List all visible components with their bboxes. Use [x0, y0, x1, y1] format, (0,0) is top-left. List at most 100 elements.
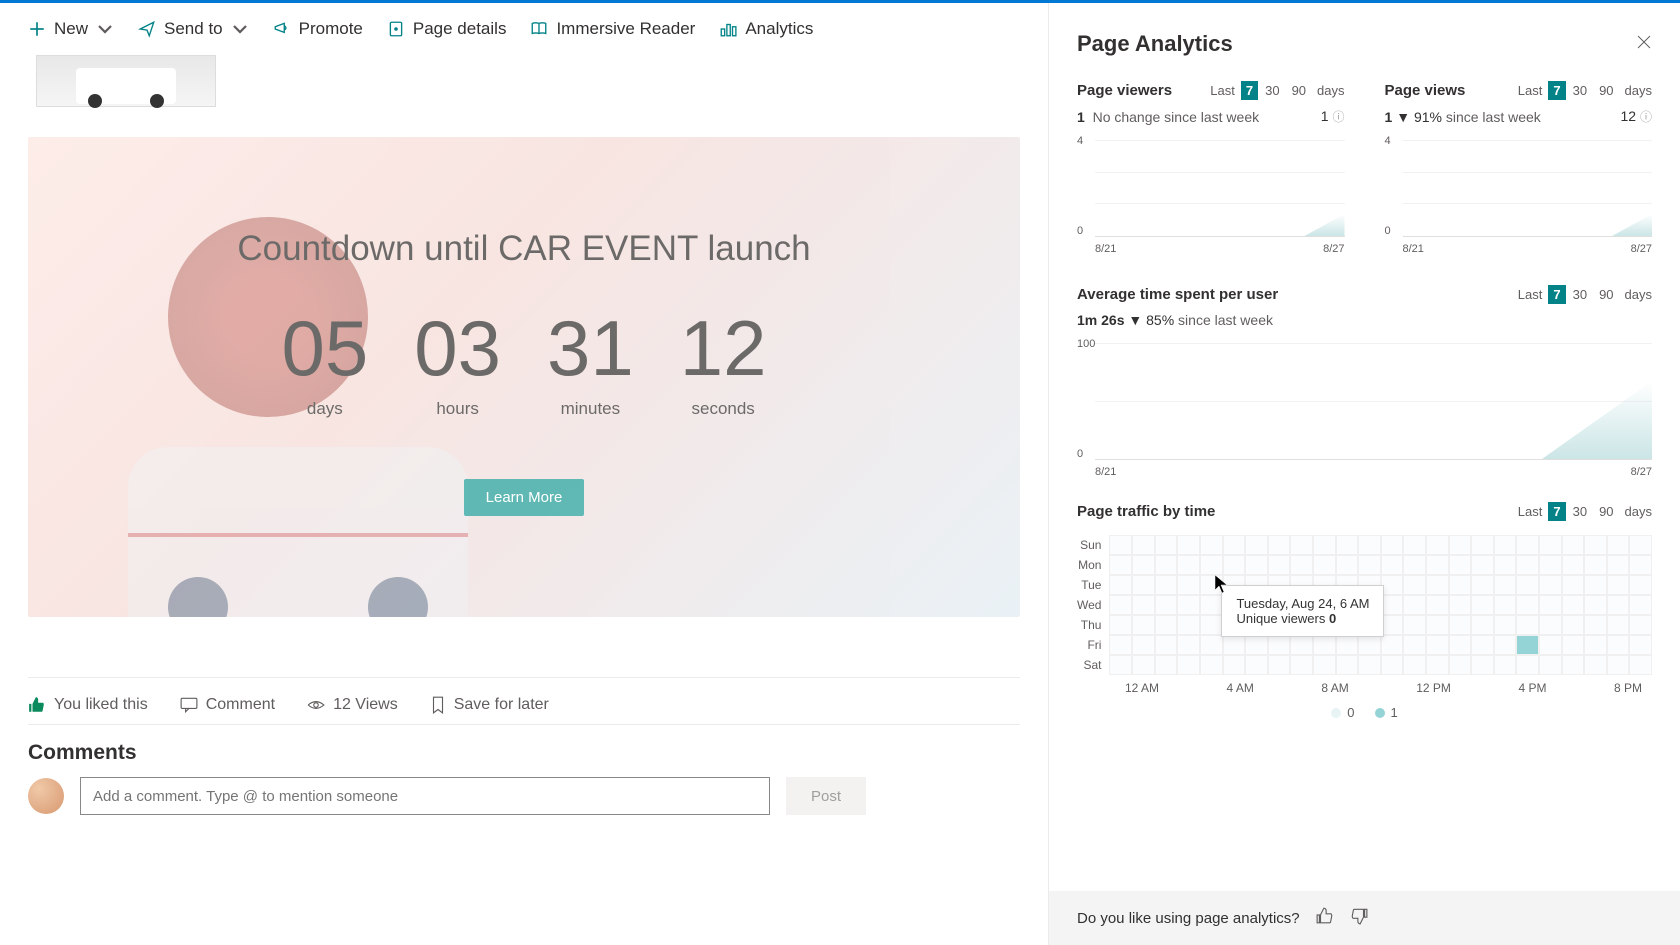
- heatmap-cell[interactable]: [1223, 655, 1246, 675]
- heatmap-cell[interactable]: [1109, 535, 1132, 555]
- sendto-button[interactable]: Send to: [138, 19, 249, 39]
- heatmap-cell[interactable]: [1381, 555, 1404, 575]
- views-count[interactable]: 12 Views: [307, 696, 398, 714]
- like-button[interactable]: You liked this: [28, 696, 148, 714]
- heatmap-cell[interactable]: [1109, 635, 1132, 655]
- heatmap-cell[interactable]: [1290, 555, 1313, 575]
- info-icon[interactable]: ⓘ: [1640, 110, 1652, 124]
- thumbs-down-button[interactable]: [1350, 907, 1368, 929]
- heatmap-cell[interactable]: [1629, 555, 1652, 575]
- heatmap-cell[interactable]: [1245, 635, 1268, 655]
- heatmap-cell[interactable]: [1245, 555, 1268, 575]
- heatmap-cell[interactable]: [1516, 555, 1539, 575]
- heatmap-cell[interactable]: [1155, 615, 1178, 635]
- heatmap-cell[interactable]: [1268, 635, 1291, 655]
- heatmap-cell[interactable]: [1313, 635, 1336, 655]
- heatmap-cell[interactable]: [1155, 595, 1178, 615]
- heatmap-cell[interactable]: [1132, 575, 1155, 595]
- heatmap-cell[interactable]: [1403, 535, 1426, 555]
- heatmap-cell[interactable]: [1426, 575, 1449, 595]
- heatmap-cell[interactable]: [1562, 555, 1585, 575]
- heatmap-cell[interactable]: [1268, 655, 1291, 675]
- heatmap-cell[interactable]: [1516, 535, 1539, 555]
- heatmap-cell[interactable]: [1516, 595, 1539, 615]
- heatmap-cell[interactable]: [1494, 615, 1517, 635]
- analytics-button[interactable]: Analytics: [719, 19, 813, 39]
- heatmap-cell[interactable]: [1516, 655, 1539, 675]
- heatmap-cell[interactable]: [1562, 575, 1585, 595]
- heatmap-cell[interactable]: [1539, 615, 1562, 635]
- heatmap-cell[interactable]: [1109, 555, 1132, 575]
- new-button[interactable]: New: [28, 19, 114, 39]
- heatmap-cell[interactable]: [1132, 615, 1155, 635]
- heatmap-cell[interactable]: [1494, 575, 1517, 595]
- heatmap-cell[interactable]: [1539, 555, 1562, 575]
- heatmap-cell[interactable]: [1381, 635, 1404, 655]
- range-7[interactable]: 7: [1548, 285, 1565, 304]
- heatmap-cell[interactable]: [1562, 595, 1585, 615]
- range-30[interactable]: 30: [1260, 81, 1284, 100]
- range-90[interactable]: 90: [1287, 81, 1311, 100]
- heatmap-cell[interactable]: [1200, 635, 1223, 655]
- heatmap-cell[interactable]: [1245, 535, 1268, 555]
- heatmap-cell[interactable]: [1403, 595, 1426, 615]
- heatmap-cell[interactable]: [1268, 535, 1291, 555]
- heatmap-cell[interactable]: [1155, 575, 1178, 595]
- heatmap-cell[interactable]: [1313, 535, 1336, 555]
- heatmap-cell[interactable]: [1449, 595, 1472, 615]
- heatmap-cell[interactable]: [1471, 575, 1494, 595]
- heatmap-cell[interactable]: [1336, 655, 1359, 675]
- heatmap-cell[interactable]: [1358, 635, 1381, 655]
- heatmap-cell[interactable]: [1471, 535, 1494, 555]
- heatmap-cell[interactable]: [1200, 555, 1223, 575]
- heatmap-cell[interactable]: [1471, 555, 1494, 575]
- heatmap-cell[interactable]: [1109, 615, 1132, 635]
- heatmap-cell[interactable]: [1200, 535, 1223, 555]
- heatmap-cell[interactable]: [1539, 535, 1562, 555]
- heatmap-cell[interactable]: [1200, 615, 1223, 635]
- range-30[interactable]: 30: [1568, 285, 1592, 304]
- heatmap-cell[interactable]: [1200, 575, 1223, 595]
- heatmap-cell[interactable]: [1313, 555, 1336, 575]
- heatmap-cell[interactable]: [1516, 635, 1539, 655]
- heatmap-cell[interactable]: [1629, 535, 1652, 555]
- save-button[interactable]: Save for later: [430, 696, 549, 714]
- heatmap-cell[interactable]: [1155, 555, 1178, 575]
- heatmap-cell[interactable]: [1223, 635, 1246, 655]
- heatmap-cell[interactable]: [1426, 635, 1449, 655]
- heatmap-cell[interactable]: [1155, 635, 1178, 655]
- heatmap-cell[interactable]: [1629, 575, 1652, 595]
- heatmap-cell[interactable]: [1223, 535, 1246, 555]
- heatmap-cell[interactable]: [1607, 535, 1630, 555]
- heatmap-cell[interactable]: [1290, 655, 1313, 675]
- heatmap-cell[interactable]: [1607, 555, 1630, 575]
- heatmap-cell[interactable]: [1132, 595, 1155, 615]
- heatmap-cell[interactable]: [1358, 555, 1381, 575]
- heatmap-cell[interactable]: [1177, 655, 1200, 675]
- heatmap-cell[interactable]: [1403, 655, 1426, 675]
- heatmap-cell[interactable]: [1629, 635, 1652, 655]
- heatmap-cell[interactable]: [1471, 595, 1494, 615]
- range-7[interactable]: 7: [1548, 502, 1565, 521]
- heatmap-cell[interactable]: [1132, 635, 1155, 655]
- heatmap-cell[interactable]: [1426, 615, 1449, 635]
- post-button[interactable]: Post: [786, 777, 866, 815]
- heatmap-cell[interactable]: [1449, 555, 1472, 575]
- heatmap-cell[interactable]: [1200, 655, 1223, 675]
- heatmap-cell[interactable]: [1471, 655, 1494, 675]
- heatmap-cell[interactable]: [1607, 635, 1630, 655]
- heatmap-cell[interactable]: [1494, 635, 1517, 655]
- heatmap-cell[interactable]: [1313, 655, 1336, 675]
- heatmap-cell[interactable]: [1629, 655, 1652, 675]
- heatmap-cell[interactable]: [1584, 575, 1607, 595]
- learn-more-button[interactable]: Learn More: [464, 479, 585, 516]
- heatmap-cell[interactable]: [1584, 615, 1607, 635]
- heatmap-cell[interactable]: [1132, 535, 1155, 555]
- heatmap-cell[interactable]: [1494, 555, 1517, 575]
- heatmap-cell[interactable]: [1381, 535, 1404, 555]
- heatmap-cell[interactable]: [1200, 595, 1223, 615]
- heatmap-cell[interactable]: [1539, 575, 1562, 595]
- heatmap-cell[interactable]: [1494, 655, 1517, 675]
- heatmap-cell[interactable]: [1607, 655, 1630, 675]
- heatmap-cell[interactable]: [1607, 595, 1630, 615]
